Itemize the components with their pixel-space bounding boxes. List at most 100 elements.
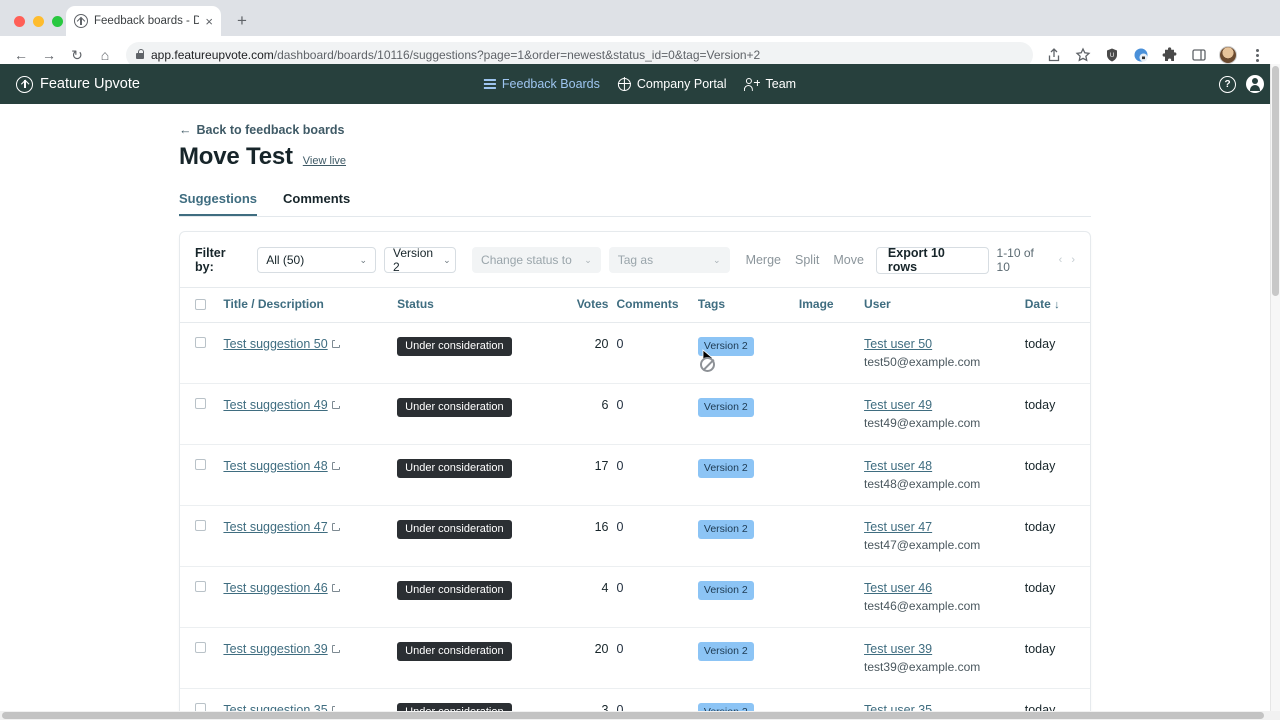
column-tags[interactable]: Tags	[697, 287, 799, 323]
tag-badge[interactable]: Version 2	[697, 337, 754, 356]
external-link-icon[interactable]	[331, 582, 342, 592]
new-tab-button[interactable]: +	[233, 12, 251, 30]
row-status-cell: Under consideration	[397, 383, 552, 445]
nav-item-company-portal[interactable]: Company Portal	[617, 77, 727, 91]
scrollbar-thumb-horizontal[interactable]	[2, 712, 1264, 719]
column-votes[interactable]: Votes	[551, 287, 617, 323]
help-icon[interactable]: ?	[1219, 75, 1236, 93]
split-button[interactable]: Split	[795, 253, 819, 267]
page-scrollbar-horizontal[interactable]	[0, 711, 1280, 720]
tag-badge[interactable]: Version 2	[697, 459, 754, 478]
nav-item-team[interactable]: Team	[744, 77, 797, 91]
close-window-button[interactable]	[14, 16, 25, 27]
minimize-window-button[interactable]	[33, 16, 44, 27]
table-row[interactable]: Test suggestion 49 Under consideration 6 0 V…	[180, 383, 1090, 445]
suggestion-title-link[interactable]: Test suggestion 48	[223, 459, 327, 473]
column-status[interactable]: Status	[397, 287, 552, 323]
user-link[interactable]: Test user 50	[864, 337, 932, 351]
tag-filter-value: Version 2	[393, 246, 434, 274]
user-link[interactable]: Test user 48	[864, 459, 932, 473]
browser-tab[interactable]: Feedback boards - Dashboard ×	[66, 6, 221, 36]
table-row[interactable]: Test suggestion 48 Under consideration 17 0…	[180, 444, 1090, 506]
app-header: Feature Upvote Feedback Boards Company P…	[0, 64, 1280, 104]
user-link[interactable]: Test user 47	[864, 520, 932, 534]
row-checkbox[interactable]	[195, 642, 206, 653]
change-status-to-select[interactable]: Change status to ⌄	[472, 247, 601, 273]
browser-tab-title: Feedback boards - Dashboard	[94, 15, 200, 27]
back-to-feedback-boards-link[interactable]: ← Back to feedback boards	[179, 123, 344, 137]
status-badge[interactable]: Under consideration	[397, 398, 512, 417]
column-image[interactable]: Image	[798, 287, 865, 323]
user-email: test46@example.com	[864, 599, 981, 613]
user-avatar-icon[interactable]	[1246, 75, 1264, 93]
suggestion-title-link[interactable]: Test suggestion 50	[223, 337, 327, 351]
user-link[interactable]: Test user 46	[864, 581, 932, 595]
column-title[interactable]: Title / Description	[223, 287, 398, 323]
status-badge[interactable]: Under consideration	[397, 459, 512, 478]
tag-filter-select[interactable]: Version 2 ⌄	[384, 246, 457, 274]
nav-label-team: Team	[765, 77, 797, 91]
external-link-icon[interactable]	[331, 460, 342, 470]
user-link[interactable]: Test user 39	[864, 642, 932, 656]
url-path: /dashboard/boards/10116/suggestions?page…	[273, 48, 761, 62]
column-user[interactable]: User	[864, 287, 1025, 323]
row-image-cell	[798, 566, 865, 628]
row-title-cell: Test suggestion 47	[223, 505, 398, 567]
external-link-icon[interactable]	[331, 521, 342, 531]
row-votes-cell: 20	[551, 627, 617, 689]
external-link-icon[interactable]	[331, 338, 342, 348]
row-checkbox[interactable]	[195, 337, 206, 348]
browser-window: Feedback boards - Dashboard × + ← → ↻ ⌂ …	[0, 0, 1280, 720]
page-scrollbar-vertical[interactable]	[1270, 64, 1280, 720]
nav-item-feedback-boards[interactable]: Feedback Boards	[483, 77, 600, 91]
status-badge[interactable]: Under consideration	[397, 642, 512, 661]
view-live-link[interactable]: View live	[303, 155, 346, 167]
maximize-window-button[interactable]	[52, 16, 63, 27]
external-link-icon[interactable]	[331, 399, 342, 409]
chevron-down-icon: ⌄	[713, 254, 721, 265]
row-checkbox[interactable]	[195, 398, 206, 409]
tag-badge[interactable]: Version 2	[697, 642, 754, 661]
close-tab-icon[interactable]: ×	[205, 15, 213, 28]
export-rows-button[interactable]: Export 10 rows	[875, 246, 989, 274]
suggestion-title-link[interactable]: Test suggestion 49	[223, 398, 327, 412]
row-checkbox[interactable]	[195, 581, 206, 592]
status-badge[interactable]: Under consideration	[397, 520, 512, 539]
tag-as-select[interactable]: Tag as ⌄	[608, 247, 730, 273]
row-votes-cell: 17	[551, 444, 617, 506]
tag-badge[interactable]: Version 2	[697, 520, 754, 539]
column-date[interactable]: Date ↓	[1024, 287, 1090, 323]
row-date-cell: today	[1024, 383, 1090, 445]
row-votes-cell: 6	[551, 383, 617, 445]
row-checkbox[interactable]	[195, 459, 206, 470]
status-badge[interactable]: Under consideration	[397, 581, 512, 600]
column-comments[interactable]: Comments	[616, 287, 698, 323]
select-all-checkbox[interactable]	[195, 298, 206, 310]
status-badge[interactable]: Under consideration	[397, 337, 512, 356]
row-checkbox[interactable]	[195, 520, 206, 531]
table-row[interactable]: Test suggestion 39 Under consideration 20 0…	[180, 627, 1090, 689]
move-button[interactable]: Move	[833, 253, 864, 267]
tag-badge[interactable]: Version 2	[697, 581, 754, 600]
external-link-icon[interactable]	[331, 643, 342, 653]
brand-logo-group[interactable]: Feature Upvote	[16, 75, 140, 93]
suggestion-title-link[interactable]: Test suggestion 46	[223, 581, 327, 595]
pagination-next-button[interactable]: ›	[1071, 254, 1075, 266]
suggestion-title-link[interactable]: Test suggestion 39	[223, 642, 327, 656]
row-comments-cell: 0	[616, 505, 698, 567]
table-row[interactable]: Test suggestion 47 Under consideration 16 0…	[180, 505, 1090, 567]
window-controls[interactable]	[14, 16, 63, 27]
merge-button[interactable]: Merge	[746, 253, 781, 267]
column-date-label: Date	[1024, 297, 1051, 311]
user-link[interactable]: Test user 49	[864, 398, 932, 412]
scrollbar-thumb-vertical[interactable]	[1272, 66, 1279, 296]
tag-badge[interactable]: Version 2	[697, 398, 754, 417]
sort-descending-icon: ↓	[1054, 299, 1060, 311]
table-row[interactable]: Test suggestion 46 Under consideration 4 0 V…	[180, 566, 1090, 628]
status-filter-select[interactable]: All (50) ⌄	[257, 247, 377, 273]
suggestion-title-link[interactable]: Test suggestion 47	[223, 520, 327, 534]
tab-suggestions[interactable]: Suggestions	[179, 191, 258, 216]
tab-comments[interactable]: Comments	[283, 191, 350, 216]
pagination-prev-button[interactable]: ‹	[1059, 254, 1063, 266]
table-row[interactable]: Test suggestion 50 Under consideration 20 0…	[180, 322, 1090, 384]
